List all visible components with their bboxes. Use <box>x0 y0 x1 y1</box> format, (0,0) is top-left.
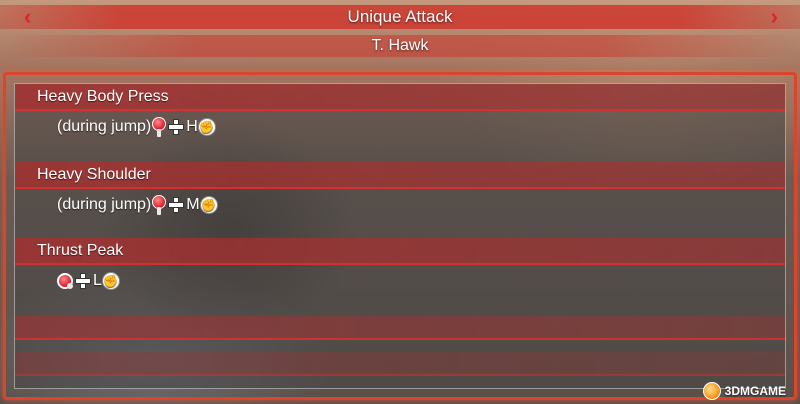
plus-icon <box>75 273 91 289</box>
empty-move-slot <box>15 316 785 340</box>
button-letter: H <box>186 118 198 135</box>
plus-icon <box>168 119 185 135</box>
header: Unique Attack ‹ › T. Hawk <box>0 0 800 70</box>
watermark: 3DMGAME <box>702 382 786 400</box>
watermark-logo-icon <box>702 382 721 400</box>
button-letter: M <box>186 196 200 213</box>
page-title: Unique Attack <box>347 7 453 26</box>
empty-move-slot <box>15 352 785 376</box>
move-item[interactable]: Heavy Body Press (during jump) H ✊ <box>15 84 785 154</box>
command-prefix: (during jump) <box>57 196 152 213</box>
punch-icon: ✊ <box>199 196 218 214</box>
joystick-icon <box>152 195 167 215</box>
prev-arrow-icon[interactable]: ‹ <box>24 6 31 28</box>
punch-icon: ✊ <box>197 118 216 136</box>
move-item[interactable]: Thrust Peak L ✊ <box>15 238 785 308</box>
move-title-bar <box>15 238 785 265</box>
punch-icon: ✊ <box>101 272 120 290</box>
move-name: Heavy Body Press <box>37 88 169 105</box>
move-command: L ✊ <box>57 270 120 292</box>
move-item[interactable]: Heavy Shoulder (during jump) M ✊ <box>15 162 785 232</box>
move-list-panel: Heavy Body Press (during jump) H ✊ Heavy… <box>3 72 797 400</box>
move-command: (during jump) H ✊ <box>57 116 216 138</box>
command-prefix: (during jump) <box>57 118 152 135</box>
next-arrow-icon[interactable]: › <box>771 6 778 28</box>
move-name: Thrust Peak <box>37 242 124 259</box>
character-name: T. Hawk <box>371 37 429 54</box>
watermark-text: 3DMGAME <box>724 384 786 398</box>
joystick-icon <box>152 117 167 137</box>
button-letter: L <box>93 272 102 289</box>
move-command: (during jump) M ✊ <box>57 194 218 216</box>
move-name: Heavy Shoulder <box>37 166 151 183</box>
plus-icon <box>168 197 185 213</box>
joystick-icon <box>57 273 73 289</box>
move-list: Heavy Body Press (during jump) H ✊ Heavy… <box>14 83 786 389</box>
